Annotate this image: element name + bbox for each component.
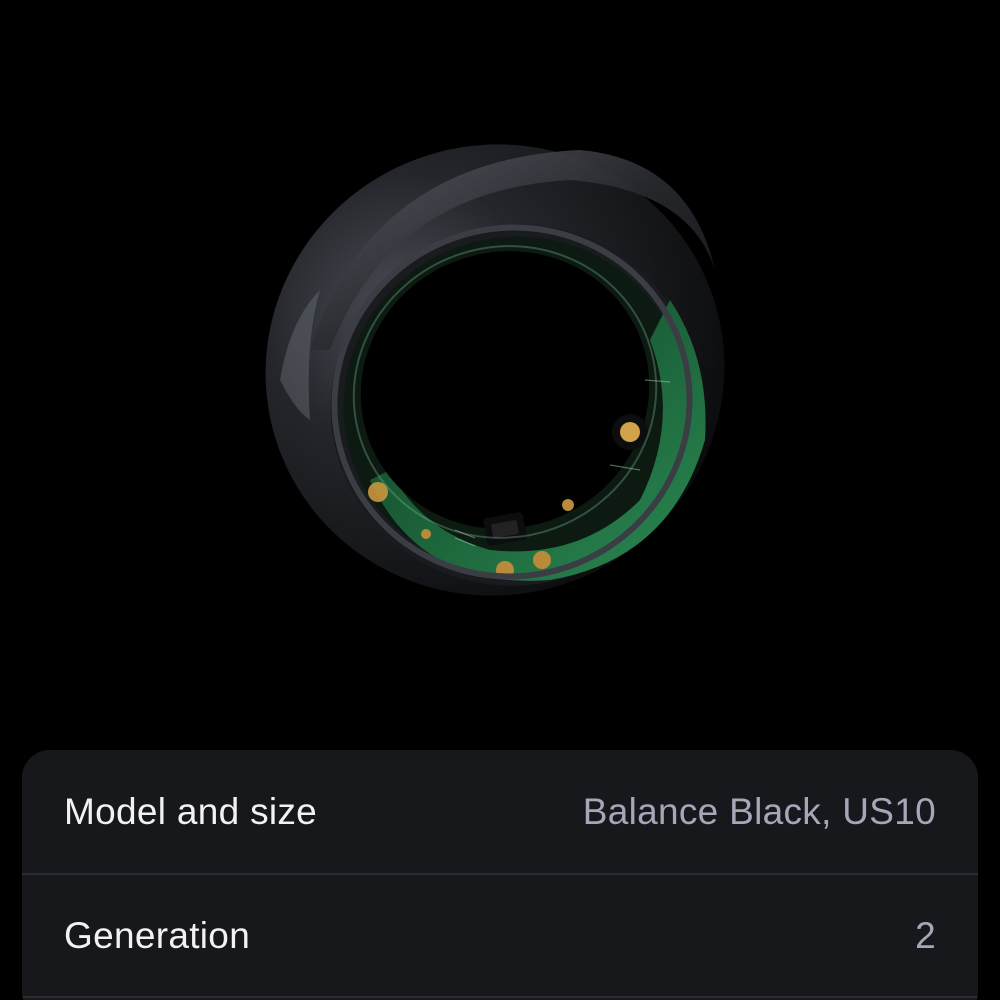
model-size-label: Model and size xyxy=(64,791,318,832)
device-details-screen: Model and size Balance Black, US10 Gener… xyxy=(0,0,1000,1000)
smart-ring-image xyxy=(250,120,750,620)
model-size-value: Balance Black, US10 xyxy=(582,791,936,832)
generation-label: Generation xyxy=(64,915,251,956)
device-info-card: Model and size Balance Black, US10 Gener… xyxy=(22,750,978,1000)
row-divider xyxy=(22,996,978,998)
smart-ring-illustration xyxy=(265,144,725,596)
generation-row[interactable]: Generation 2 xyxy=(22,874,978,998)
generation-value: 2 xyxy=(915,915,936,956)
model-size-row[interactable]: Model and size Balance Black, US10 xyxy=(22,750,978,874)
